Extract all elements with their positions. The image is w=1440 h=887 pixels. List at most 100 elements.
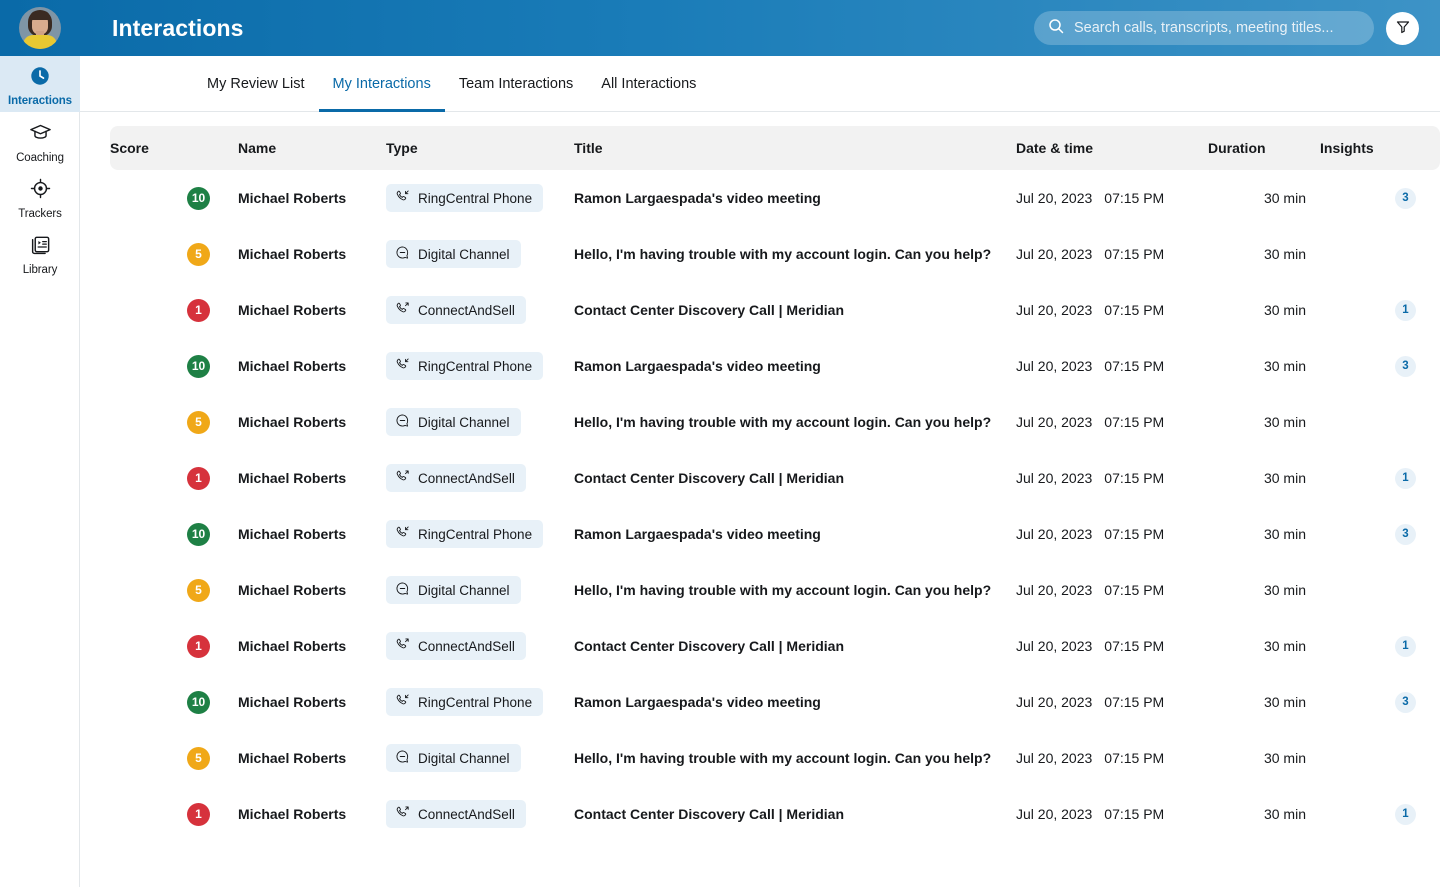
main-content: My Review List My Interactions Team Inte… [80, 56, 1440, 887]
insights-badge[interactable]: 1 [1395, 804, 1416, 825]
cell-title[interactable]: Hello, I'm having trouble with my accoun… [556, 394, 1012, 450]
tab-my-interactions[interactable]: My Interactions [319, 56, 445, 112]
table-row[interactable]: 1Michael RobertsConnectAndSellContact Ce… [110, 618, 1440, 674]
date-value: Jul 20, 2023 [1016, 694, 1092, 710]
time-value: 07:15 PM [1104, 582, 1164, 598]
cell-duration: 30 min [1208, 394, 1320, 450]
avatar[interactable] [19, 7, 61, 49]
sidebar-item-trackers[interactable]: Trackers [0, 168, 80, 224]
insights-badge[interactable]: 1 [1395, 636, 1416, 657]
cell-title[interactable]: Ramon Largaespada's video meeting [556, 506, 1012, 562]
table-row[interactable]: 1Michael RobertsConnectAndSellContact Ce… [110, 786, 1440, 842]
insights-badge[interactable]: 3 [1395, 188, 1416, 209]
column-header-name[interactable]: Name [220, 126, 368, 170]
chat-bubble-icon [395, 245, 410, 263]
phone-outgoing-icon [395, 301, 410, 319]
cell-name: Michael Roberts [220, 338, 368, 394]
table-row[interactable]: 10Michael RobertsRingCentral PhoneRamon … [110, 338, 1440, 394]
table-row[interactable]: 1Michael RobertsConnectAndSellContact Ce… [110, 450, 1440, 506]
table-row[interactable]: 10Michael Roberts RingCentral Phone Ramon … [110, 170, 1440, 226]
filter-icon [1395, 19, 1411, 38]
cell-type: Digital Channel [368, 562, 556, 618]
score-badge: 5 [187, 243, 210, 266]
score-badge: 5 [187, 579, 210, 602]
avatar-shirt [23, 35, 57, 49]
type-badge: RingCentral Phone [386, 688, 543, 716]
filter-button[interactable] [1386, 12, 1419, 45]
tab-my-review-list[interactable]: My Review List [193, 56, 319, 112]
table-row[interactable]: 10Michael RobertsRingCentral PhoneRamon … [110, 506, 1440, 562]
cell-insights [1320, 730, 1440, 786]
type-label: RingCentral Phone [418, 359, 532, 374]
table-row[interactable]: 1Michael RobertsConnectAndSellContact Ce… [110, 282, 1440, 338]
sidebar-item-interactions[interactable]: Interactions [0, 56, 80, 112]
insights-badge[interactable]: 3 [1395, 356, 1416, 377]
column-header-duration[interactable]: Duration [1208, 126, 1320, 170]
insights-badge[interactable]: 1 [1395, 468, 1416, 489]
search-input[interactable] [1074, 20, 1360, 36]
search-box[interactable] [1034, 11, 1374, 45]
cell-title[interactable]: Contact Center Discovery Call | Meridian [556, 786, 1012, 842]
date-value: Jul 20, 2023 [1016, 470, 1092, 486]
column-header-title[interactable]: Title [556, 126, 1012, 170]
tab-label: My Review List [207, 76, 305, 92]
sidebar-item-library[interactable]: Library [0, 224, 80, 280]
sidebar-item-coaching[interactable]: Coaching [0, 112, 80, 168]
insights-badge[interactable]: 1 [1395, 300, 1416, 321]
cell-name: Michael Roberts [220, 730, 368, 786]
table-row[interactable]: 5Michael RobertsDigital ChannelHello, I'… [110, 394, 1440, 450]
cell-date-time: Jul 20, 202307:15 PM [1012, 282, 1208, 338]
phone-incoming-icon [395, 189, 410, 207]
cell-name: Michael Roberts [220, 170, 368, 226]
column-header-date-time[interactable]: Date & time [1012, 126, 1208, 170]
tab-team-interactions[interactable]: Team Interactions [445, 56, 587, 112]
column-header-insights[interactable]: Insights [1320, 126, 1440, 170]
table-row[interactable]: 5Michael RobertsDigital ChannelHello, I'… [110, 226, 1440, 282]
cell-date-time: Jul 20, 202307:15 PM [1012, 730, 1208, 786]
date-value: Jul 20, 2023 [1016, 806, 1092, 822]
insights-badge[interactable]: 3 [1395, 692, 1416, 713]
graduation-cap-icon [29, 121, 52, 149]
library-icon [29, 233, 52, 261]
tab-bar: My Review List My Interactions Team Inte… [80, 56, 1440, 112]
type-badge: RingCentral Phone [386, 520, 543, 548]
date-value: Jul 20, 2023 [1016, 750, 1092, 766]
body-area: Interactions Coaching [0, 56, 1440, 887]
column-header-score[interactable]: Score [110, 126, 220, 170]
table-row[interactable]: 10Michael RobertsRingCentral PhoneRamon … [110, 674, 1440, 730]
score-badge: 10 [187, 691, 210, 714]
type-label: Digital Channel [418, 247, 510, 262]
cell-title[interactable]: Contact Center Discovery Call | Meridian [556, 618, 1012, 674]
cell-title[interactable]: Contact Center Discovery Call | Meridian [556, 450, 1012, 506]
cell-date-time: Jul 20, 202307:15 PM [1012, 618, 1208, 674]
cell-title[interactable]: Hello, I'm having trouble with my accoun… [556, 730, 1012, 786]
cell-title[interactable]: Hello, I'm having trouble with my accoun… [556, 562, 1012, 618]
tab-all-interactions[interactable]: All Interactions [587, 56, 710, 112]
cell-title[interactable]: Hello, I'm having trouble with my accoun… [556, 226, 1012, 282]
cell-type: RingCentral Phone [368, 170, 556, 226]
cell-title[interactable]: Contact Center Discovery Call | Meridian [556, 282, 1012, 338]
phone-incoming-icon [395, 525, 410, 543]
table-row[interactable]: 5Michael RobertsDigital ChannelHello, I'… [110, 562, 1440, 618]
cell-date-time: Jul 20, 202307:15 PM [1012, 506, 1208, 562]
cell-title[interactable]: Ramon Largaespada's video meeting [556, 338, 1012, 394]
phone-outgoing-icon [395, 469, 410, 487]
cell-score: 1 [110, 450, 220, 506]
cell-duration: 30 min [1208, 282, 1320, 338]
time-value: 07:15 PM [1104, 806, 1164, 822]
cell-title[interactable]: Ramon Largaespada's video meeting [556, 170, 1012, 226]
phone-incoming-icon [395, 693, 410, 711]
app-root: Interactions [0, 0, 1440, 887]
avatar-container[interactable] [0, 0, 80, 56]
type-label: RingCentral Phone [418, 191, 532, 206]
cell-type: ConnectAndSell [368, 450, 556, 506]
cell-name: Michael Roberts [220, 506, 368, 562]
insights-badge[interactable]: 3 [1395, 524, 1416, 545]
cell-score: 10 [110, 170, 220, 226]
cell-title[interactable]: Ramon Largaespada's video meeting [556, 674, 1012, 730]
column-header-type[interactable]: Type [368, 126, 556, 170]
time-value: 07:15 PM [1104, 414, 1164, 430]
table-row[interactable]: 5Michael RobertsDigital ChannelHello, I'… [110, 730, 1440, 786]
type-label: Digital Channel [418, 583, 510, 598]
cell-date-time: Jul 20, 202307:15 PM [1012, 226, 1208, 282]
